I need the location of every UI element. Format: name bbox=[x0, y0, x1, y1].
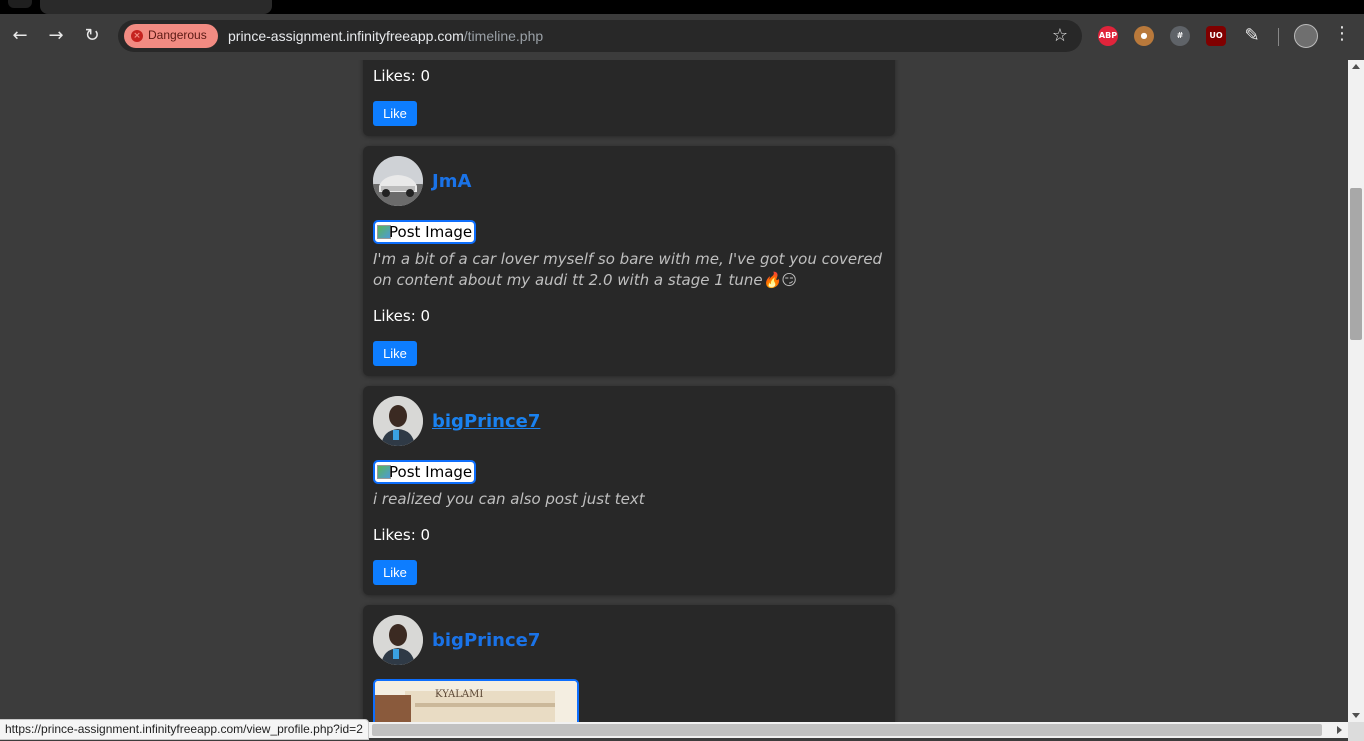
browser-menu-icon[interactable]: ⋮ bbox=[1332, 23, 1352, 44]
kyalami-sign: KYALAMI bbox=[435, 689, 483, 700]
toolbar-divider bbox=[1278, 28, 1279, 46]
url-domain: prince-assignment.infinityfreeapp.com bbox=[228, 28, 464, 44]
post-caption: i realized you can also post just text bbox=[373, 490, 645, 508]
post-card: Likes: 0 Like bbox=[363, 60, 895, 136]
post-image-alt: Post Image bbox=[389, 223, 473, 241]
post-card: JmA Post Image I'm a bit of a car lover … bbox=[363, 146, 895, 376]
avatar[interactable] bbox=[373, 396, 423, 446]
adblock-plus-icon[interactable]: ABP bbox=[1098, 26, 1118, 46]
link-status-bar: https://prince-assignment.infinityfreeap… bbox=[0, 719, 369, 740]
forward-arrow-icon[interactable]: → bbox=[42, 22, 70, 50]
scroll-down-arrow-icon[interactable] bbox=[1352, 713, 1360, 718]
avatar[interactable] bbox=[373, 615, 423, 665]
hash-extension-icon[interactable]: # bbox=[1170, 26, 1190, 46]
address-bar[interactable]: × Dangerous prince-assignment.infinityfr… bbox=[118, 20, 1082, 52]
like-button[interactable]: Like bbox=[373, 560, 417, 585]
like-button[interactable]: Like bbox=[373, 101, 417, 126]
post-username[interactable]: JmA bbox=[432, 171, 471, 192]
post-caption: I'm a bit of a car lover myself so bare … bbox=[373, 250, 883, 289]
post-card: bigPrince7 Post Image i realized you can… bbox=[363, 386, 895, 595]
likes-count: Likes: 0 bbox=[373, 526, 431, 544]
post-card: bigPrince7 KYALAMI bbox=[363, 605, 895, 722]
post-username[interactable]: bigPrince7 bbox=[432, 411, 540, 432]
security-warning-chip[interactable]: × Dangerous bbox=[124, 24, 218, 48]
timeline-page: Likes: 0 Like JmA Post Image I'm a bit o… bbox=[0, 60, 1348, 722]
vertical-scrollbar[interactable] bbox=[1348, 60, 1364, 722]
security-warning-label: Dangerous bbox=[148, 28, 207, 42]
post-username[interactable]: bigPrince7 bbox=[432, 630, 540, 651]
likes-count: Likes: 0 bbox=[373, 67, 431, 85]
tab-search-button[interactable] bbox=[8, 0, 32, 8]
tab-strip bbox=[0, 0, 1364, 14]
url-path: /timeline.php bbox=[463, 28, 544, 44]
post-image-alt: Post Image bbox=[389, 463, 473, 481]
active-tab[interactable] bbox=[40, 0, 272, 14]
bookmark-star-icon[interactable]: ☆ bbox=[1052, 25, 1068, 46]
horizontal-scroll-thumb[interactable] bbox=[372, 724, 1322, 736]
reload-icon[interactable]: ↻ bbox=[78, 22, 106, 50]
danger-x-icon: × bbox=[131, 30, 143, 42]
scroll-up-arrow-icon[interactable] bbox=[1352, 64, 1360, 69]
extensions-puzzle-icon[interactable]: ✎ bbox=[1238, 22, 1266, 50]
browser-toolbar: ← → ↻ × Dangerous prince-assignment.infi… bbox=[0, 14, 1364, 60]
vertical-scroll-thumb[interactable] bbox=[1350, 188, 1362, 340]
post-image[interactable]: Post Image bbox=[373, 220, 477, 244]
like-button[interactable]: Like bbox=[373, 341, 417, 366]
cookie-extension-icon[interactable]: ● bbox=[1134, 26, 1154, 46]
profile-avatar-icon[interactable] bbox=[1294, 24, 1318, 48]
url-text[interactable]: prince-assignment.infinityfreeapp.com/ti… bbox=[228, 28, 543, 44]
likes-count: Likes: 0 bbox=[373, 307, 431, 325]
ublock-origin-icon[interactable]: UO bbox=[1206, 26, 1226, 46]
avatar[interactable] bbox=[373, 156, 423, 206]
scrollbar-corner bbox=[1348, 722, 1364, 741]
post-image[interactable]: Post Image bbox=[373, 460, 477, 484]
scroll-right-arrow-icon[interactable] bbox=[1337, 726, 1342, 734]
back-arrow-icon[interactable]: ← bbox=[6, 22, 34, 50]
post-image[interactable]: KYALAMI bbox=[373, 679, 579, 722]
